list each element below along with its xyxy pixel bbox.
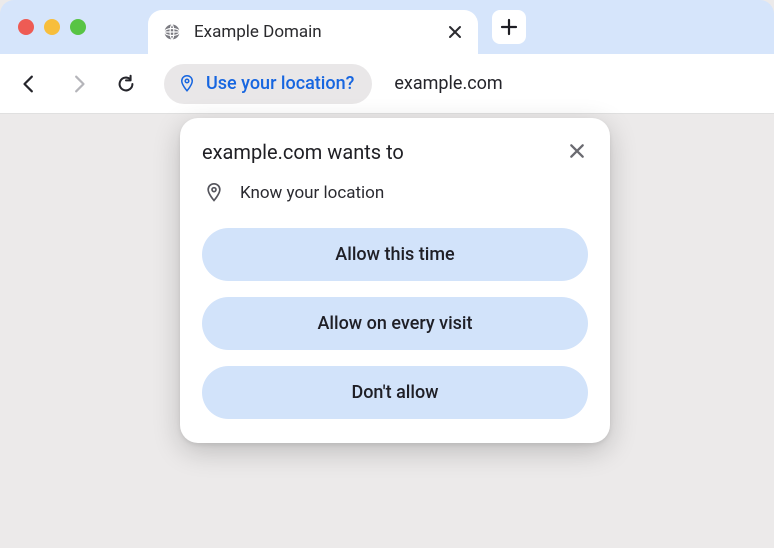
permission-popup: example.com wants to Know your location …	[180, 118, 610, 443]
window-minimize-button[interactable]	[44, 19, 60, 35]
allow-every-visit-button[interactable]: Allow on every visit	[202, 297, 588, 350]
allow-this-time-button[interactable]: Allow this time	[202, 228, 588, 281]
location-permission-chip[interactable]: Use your location?	[164, 64, 372, 104]
location-pin-icon	[178, 74, 196, 94]
url-text: example.com	[394, 73, 502, 94]
browser-tab[interactable]: Example Domain	[148, 10, 478, 54]
location-pin-outline-icon	[204, 182, 224, 204]
back-button[interactable]	[14, 68, 46, 100]
reload-button[interactable]	[110, 68, 142, 100]
window-close-button[interactable]	[18, 19, 34, 35]
globe-icon	[162, 22, 182, 42]
tab-close-button[interactable]	[446, 23, 464, 41]
permission-popup-close-button[interactable]	[566, 140, 588, 162]
window-zoom-button[interactable]	[70, 19, 86, 35]
omnibox[interactable]: Use your location? example.com	[164, 64, 503, 104]
tab-strip: Example Domain	[0, 0, 774, 54]
dont-allow-button[interactable]: Don't allow	[202, 366, 588, 419]
forward-button[interactable]	[62, 68, 94, 100]
permission-buttons: Allow this time Allow on every visit Don…	[202, 228, 588, 419]
window-controls	[18, 19, 86, 35]
permission-row: Know your location	[204, 182, 588, 204]
location-chip-label: Use your location?	[206, 73, 354, 94]
toolbar: Use your location? example.com	[0, 54, 774, 114]
tab-title: Example Domain	[194, 22, 446, 42]
new-tab-button[interactable]	[492, 10, 526, 44]
permission-label: Know your location	[240, 183, 384, 203]
permission-popup-title: example.com wants to	[202, 140, 404, 164]
